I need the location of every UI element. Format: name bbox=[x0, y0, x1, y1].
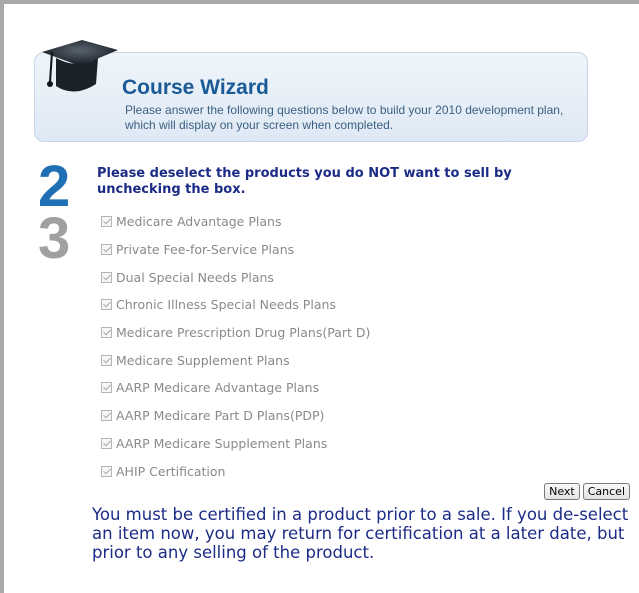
next-button[interactable]: Next bbox=[544, 483, 580, 500]
certification-notice: You must be certified in a product prior… bbox=[92, 505, 629, 562]
checkbox-checked-icon[interactable] bbox=[101, 327, 112, 339]
step-instruction: Please deselect the products you do NOT … bbox=[97, 166, 512, 197]
product-label: AHIP Certification bbox=[116, 463, 226, 479]
product-label: Dual Special Needs Plans bbox=[116, 269, 274, 285]
wizard-actions: Next Cancel bbox=[544, 483, 630, 500]
next-step-number: 3 bbox=[38, 206, 71, 271]
cancel-button[interactable]: Cancel bbox=[582, 483, 630, 500]
product-label: AARP Medicare Supplement Plans bbox=[116, 435, 328, 451]
product-option[interactable]: Medicare Advantage Plans bbox=[101, 208, 370, 236]
product-label: AARP Medicare Advantage Plans bbox=[116, 380, 320, 396]
checkbox-checked-icon[interactable] bbox=[101, 216, 112, 228]
product-option[interactable]: Dual Special Needs Plans bbox=[101, 263, 370, 291]
product-label: Chronic Illness Special Needs Plans bbox=[116, 297, 336, 313]
checkbox-checked-icon[interactable] bbox=[101, 354, 112, 366]
product-option[interactable]: AARP Medicare Supplement Plans bbox=[101, 430, 370, 458]
product-label: Medicare Prescription Drug Plans(Part D) bbox=[116, 325, 371, 341]
product-option[interactable]: AARP Medicare Part D Plans(PDP) bbox=[101, 402, 370, 430]
product-option[interactable]: Medicare Supplement Plans bbox=[101, 346, 370, 374]
product-option[interactable]: Medicare Prescription Drug Plans(Part D) bbox=[101, 319, 370, 347]
checkbox-checked-icon[interactable] bbox=[101, 382, 112, 394]
product-label: Medicare Advantage Plans bbox=[116, 214, 282, 230]
product-label: Private Fee-for-Service Plans bbox=[116, 242, 295, 258]
wizard-subtitle: Please answer the following questions be… bbox=[125, 103, 564, 132]
product-option[interactable]: AHIP Certification bbox=[101, 457, 370, 485]
product-checkbox-list: Medicare Advantage Plans Private Fee-for… bbox=[101, 208, 370, 485]
product-option[interactable]: Chronic Illness Special Needs Plans bbox=[101, 291, 370, 319]
product-option[interactable]: AARP Medicare Advantage Plans bbox=[101, 374, 370, 402]
product-option[interactable]: Private Fee-for-Service Plans bbox=[101, 236, 370, 264]
checkbox-checked-icon[interactable] bbox=[101, 465, 112, 477]
checkbox-checked-icon[interactable] bbox=[101, 244, 112, 256]
product-label: Medicare Supplement Plans bbox=[116, 352, 290, 368]
checkbox-checked-icon[interactable] bbox=[101, 437, 112, 449]
graduation-cap-icon bbox=[42, 40, 118, 92]
checkbox-checked-icon[interactable] bbox=[101, 410, 112, 422]
checkbox-checked-icon[interactable] bbox=[101, 271, 112, 283]
wizard-title: Course Wizard bbox=[122, 76, 269, 99]
product-label: AARP Medicare Part D Plans(PDP) bbox=[116, 408, 325, 424]
checkbox-checked-icon[interactable] bbox=[101, 299, 112, 311]
